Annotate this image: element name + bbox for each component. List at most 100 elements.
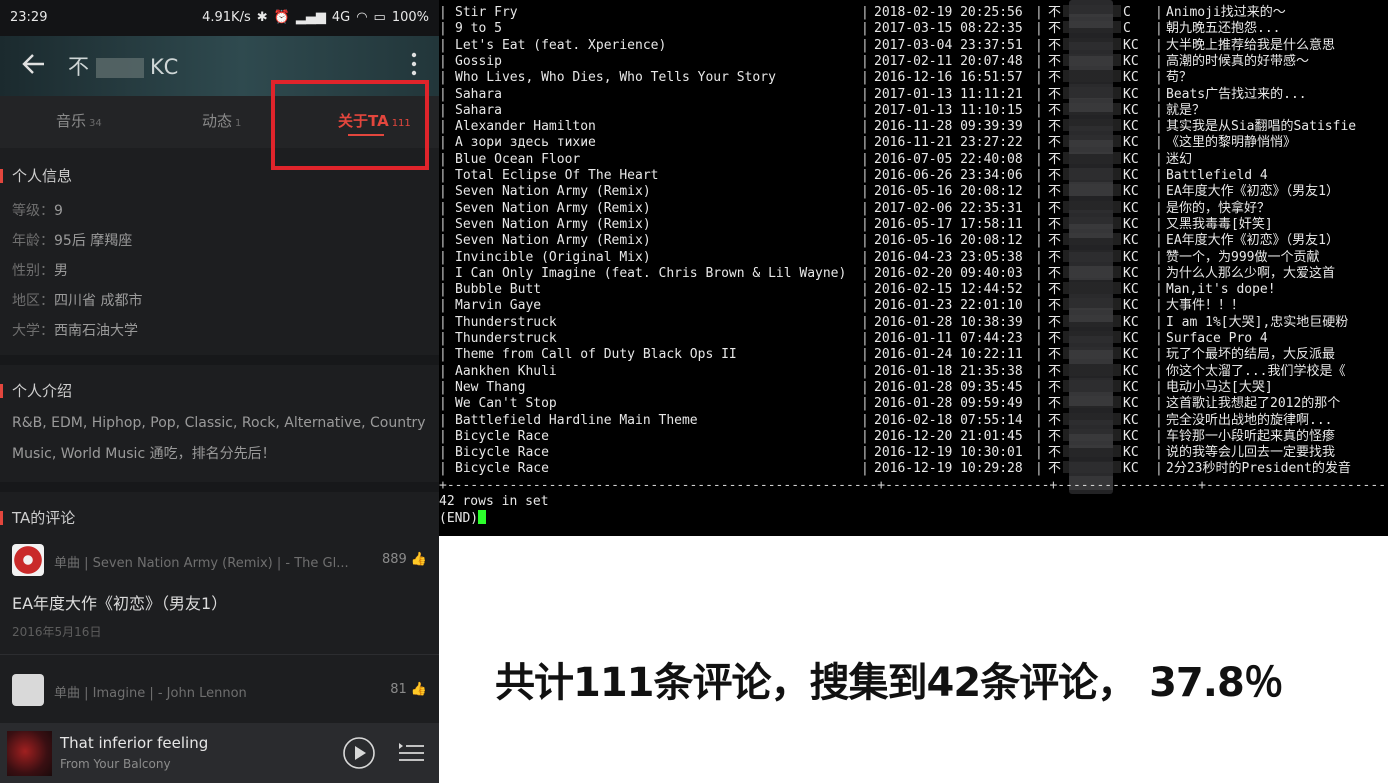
- comment-time-cell: 2016-11-21 23:27:22: [874, 135, 1023, 151]
- playlist-icon[interactable]: [397, 740, 425, 768]
- user-suffix: KC: [1123, 363, 1139, 379]
- column-border: |: [861, 282, 869, 298]
- column-border: |: [1035, 265, 1043, 281]
- column-border: |: [1035, 233, 1043, 249]
- column-border: |: [861, 298, 869, 314]
- table-row: | | | | Seven Nation Army (Remix) 2017-02-06 …: [439, 200, 1388, 217]
- column-border: |: [861, 379, 869, 395]
- table-separator: +---------------------------------------…: [439, 478, 1388, 493]
- more-menu-icon[interactable]: [409, 50, 419, 82]
- column-border: |: [1035, 428, 1043, 444]
- table-row: | | | | Seven Nation Army (Remix) 2016-05-17 …: [439, 216, 1388, 233]
- user-prefix: 不: [1048, 379, 1062, 395]
- column-border: |: [861, 428, 869, 444]
- user-suffix: KC: [1123, 135, 1139, 151]
- column-border: |: [439, 347, 447, 363]
- play-icon[interactable]: [342, 736, 376, 774]
- table-row: | | | | Bubble Butt 2016-02-15 12:44:52 不 KC Man…: [439, 282, 1388, 298]
- comment-time-cell: 2016-01-18 21:35:38: [874, 363, 1023, 379]
- terminal-output: | | | | Stir Fry 2018-02-19 20:25:56 不 C Animoji…: [439, 0, 1388, 536]
- table-row: | | | | А зори здесь тихие 2016-11-21 23:27:2…: [439, 135, 1388, 151]
- column-border: |: [861, 412, 869, 428]
- comment-cell: 又黑我毒毒[奸笑]: [1166, 216, 1273, 232]
- song-name-cell: Total Eclipse Of The Heart: [455, 168, 659, 183]
- user-prefix: 不: [1048, 5, 1062, 20]
- column-border: |: [1035, 37, 1043, 53]
- column-border: |: [439, 233, 447, 249]
- song-name-cell: Invincible (Original Mix): [455, 249, 651, 265]
- comment-cover[interactable]: [12, 544, 44, 576]
- column-border: |: [861, 249, 869, 265]
- column-border: |: [861, 363, 869, 379]
- column-border: |: [439, 249, 447, 265]
- comment-time-cell: 2016-12-19 10:29:28: [874, 461, 1023, 477]
- song-name-cell: Bicycle Race: [455, 461, 549, 477]
- table-row: | | | | Gossip 2017-02-11 20:07:48 不 KC 高潮的时候真的好…: [439, 53, 1388, 70]
- column-border: |: [439, 216, 447, 232]
- column-border: |: [1035, 445, 1043, 461]
- comment-cell: 你这个太溜了...我们学校是《: [1166, 363, 1346, 379]
- comment-cell: 赞一个，为999做一个贡献: [1166, 249, 1320, 265]
- column-border: |: [1155, 102, 1163, 118]
- like-button[interactable]: 81 👍: [390, 682, 427, 697]
- column-border: |: [439, 53, 447, 69]
- column-border: |: [1035, 21, 1043, 37]
- user-prefix: 不: [1048, 412, 1062, 428]
- column-border: |: [861, 216, 869, 232]
- signal-icon: ▂▄▆: [295, 10, 326, 25]
- user-suffix: KC: [1123, 314, 1139, 330]
- comment-song[interactable]: 单曲 | Imagine | - John Lennon: [54, 682, 247, 701]
- user-prefix: 不: [1048, 282, 1062, 298]
- column-border: |: [1035, 396, 1043, 412]
- status-time: 23:29: [10, 10, 48, 25]
- column-border: |: [439, 86, 447, 102]
- column-border: |: [861, 314, 869, 330]
- column-border: |: [1035, 200, 1043, 216]
- user-suffix: KC: [1123, 216, 1139, 232]
- column-border: |: [1155, 298, 1163, 314]
- column-border: |: [1035, 331, 1043, 346]
- user-suffix: KC: [1123, 86, 1139, 102]
- divider: [0, 654, 439, 655]
- table-row: | | | | Who Lives, Who Dies, Who Tells Your …: [439, 70, 1388, 86]
- bluetooth-icon: ✱: [256, 10, 268, 25]
- column-border: |: [1035, 298, 1043, 314]
- user-suffix: KC: [1123, 53, 1139, 69]
- back-arrow-icon[interactable]: [20, 50, 48, 82]
- album-cover[interactable]: [7, 731, 52, 776]
- table-row: | | | | Invincible (Original Mix) 2016-04-23 …: [439, 249, 1388, 266]
- comment-time-cell: 2017-02-11 20:07:48: [874, 53, 1023, 69]
- column-border: |: [1155, 347, 1163, 363]
- user-prefix: 不: [1048, 249, 1062, 265]
- user-suffix: KC: [1123, 168, 1139, 183]
- comment-cover[interactable]: [12, 674, 44, 706]
- column-border: |: [861, 135, 869, 151]
- tab-music[interactable]: 音乐 34: [56, 110, 102, 131]
- column-border: |: [439, 282, 447, 298]
- column-border: |: [439, 396, 447, 412]
- comment-cell: 大事件！！！: [1166, 298, 1245, 314]
- user-prefix: 不: [1048, 347, 1062, 363]
- user-prefix: 不: [1048, 184, 1062, 200]
- user-prefix: 不: [1048, 461, 1062, 477]
- like-button[interactable]: 889 👍: [382, 552, 427, 567]
- user-prefix: 不: [1048, 21, 1062, 37]
- song-name-cell: Let's Eat (feat. Xperience): [455, 37, 667, 53]
- column-border: |: [861, 37, 869, 53]
- column-border: |: [861, 21, 869, 37]
- column-border: |: [1155, 445, 1163, 461]
- column-border: |: [1155, 331, 1163, 346]
- status-bar: 23:29 4.91K/s ✱ ⏰ ▂▄▆ 4G ◠ ▭ 100%: [0, 0, 439, 36]
- comment-time-cell: 2016-05-16 20:08:12: [874, 233, 1023, 249]
- column-border: |: [1035, 151, 1043, 167]
- column-border: |: [1035, 5, 1043, 20]
- comment-cell: 车铃那一小段听起来真的怪瘆: [1166, 428, 1336, 444]
- tab-activity[interactable]: 动态 1: [202, 110, 241, 131]
- comment-time-cell: 2016-06-26 23:34:06: [874, 168, 1023, 183]
- section-comments: TA的评论: [0, 507, 75, 528]
- thumbs-up-icon: 👍: [410, 552, 427, 567]
- mini-player[interactable]: That inferior feeling From Your Balcony: [0, 723, 439, 783]
- user-suffix: KC: [1123, 151, 1139, 167]
- column-border: |: [1155, 396, 1163, 412]
- comment-song[interactable]: 单曲 | Seven Nation Army (Remix) | - The G…: [54, 552, 349, 571]
